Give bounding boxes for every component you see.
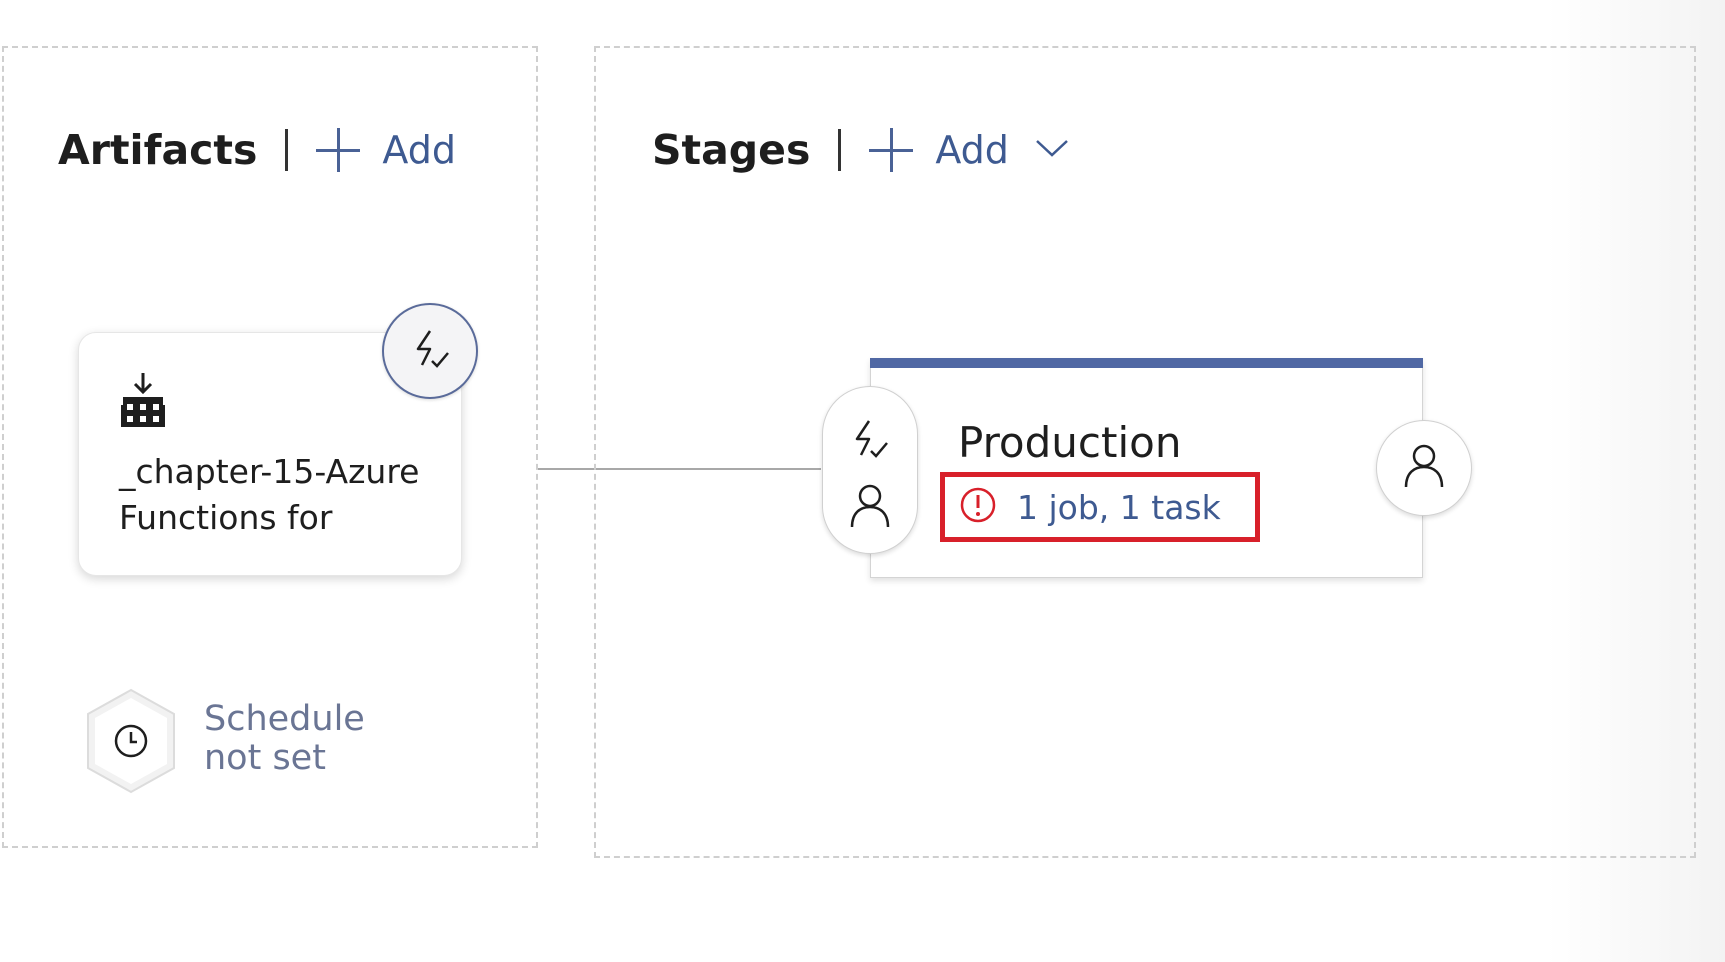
chevron-down-icon[interactable] [1035, 138, 1069, 162]
plus-icon[interactable] [869, 128, 914, 172]
pre-deployment-conditions[interactable] [822, 386, 918, 554]
header-divider [838, 129, 842, 171]
stages-header: Stages Add [652, 120, 1069, 180]
build-artifact-icon [119, 371, 167, 433]
pre-approval-person-icon[interactable] [849, 483, 891, 533]
stage-card-production[interactable] [870, 358, 1423, 578]
schedule-status-text[interactable]: Schedule not set [204, 700, 394, 778]
stage-accent-bar [870, 358, 1423, 368]
warning-circle-icon [959, 486, 997, 528]
add-stage-button[interactable]: Add [935, 128, 1009, 172]
stage-tasks-link[interactable]: 1 job, 1 task [940, 472, 1260, 542]
schedule-button[interactable] [84, 688, 178, 794]
artifacts-header: Artifacts Add [58, 120, 456, 180]
plus-icon[interactable] [316, 128, 361, 172]
stage-name[interactable]: Production [958, 418, 1181, 467]
continuous-deployment-trigger-button[interactable] [382, 303, 478, 399]
post-approval-person-icon [1403, 443, 1445, 493]
artifacts-title: Artifacts [58, 126, 258, 174]
clock-icon [113, 723, 149, 763]
stages-title: Stages [652, 126, 811, 174]
post-deployment-conditions[interactable] [1376, 420, 1472, 516]
lightning-trigger-icon[interactable] [847, 417, 891, 465]
add-artifact-button[interactable]: Add [382, 128, 456, 172]
stage-tasks-text: 1 job, 1 task [1017, 487, 1221, 527]
artifact-name: _chapter-15-Azure Functions for [119, 452, 420, 537]
header-divider [285, 129, 289, 171]
continuous-deployment-trigger-icon [408, 327, 452, 375]
